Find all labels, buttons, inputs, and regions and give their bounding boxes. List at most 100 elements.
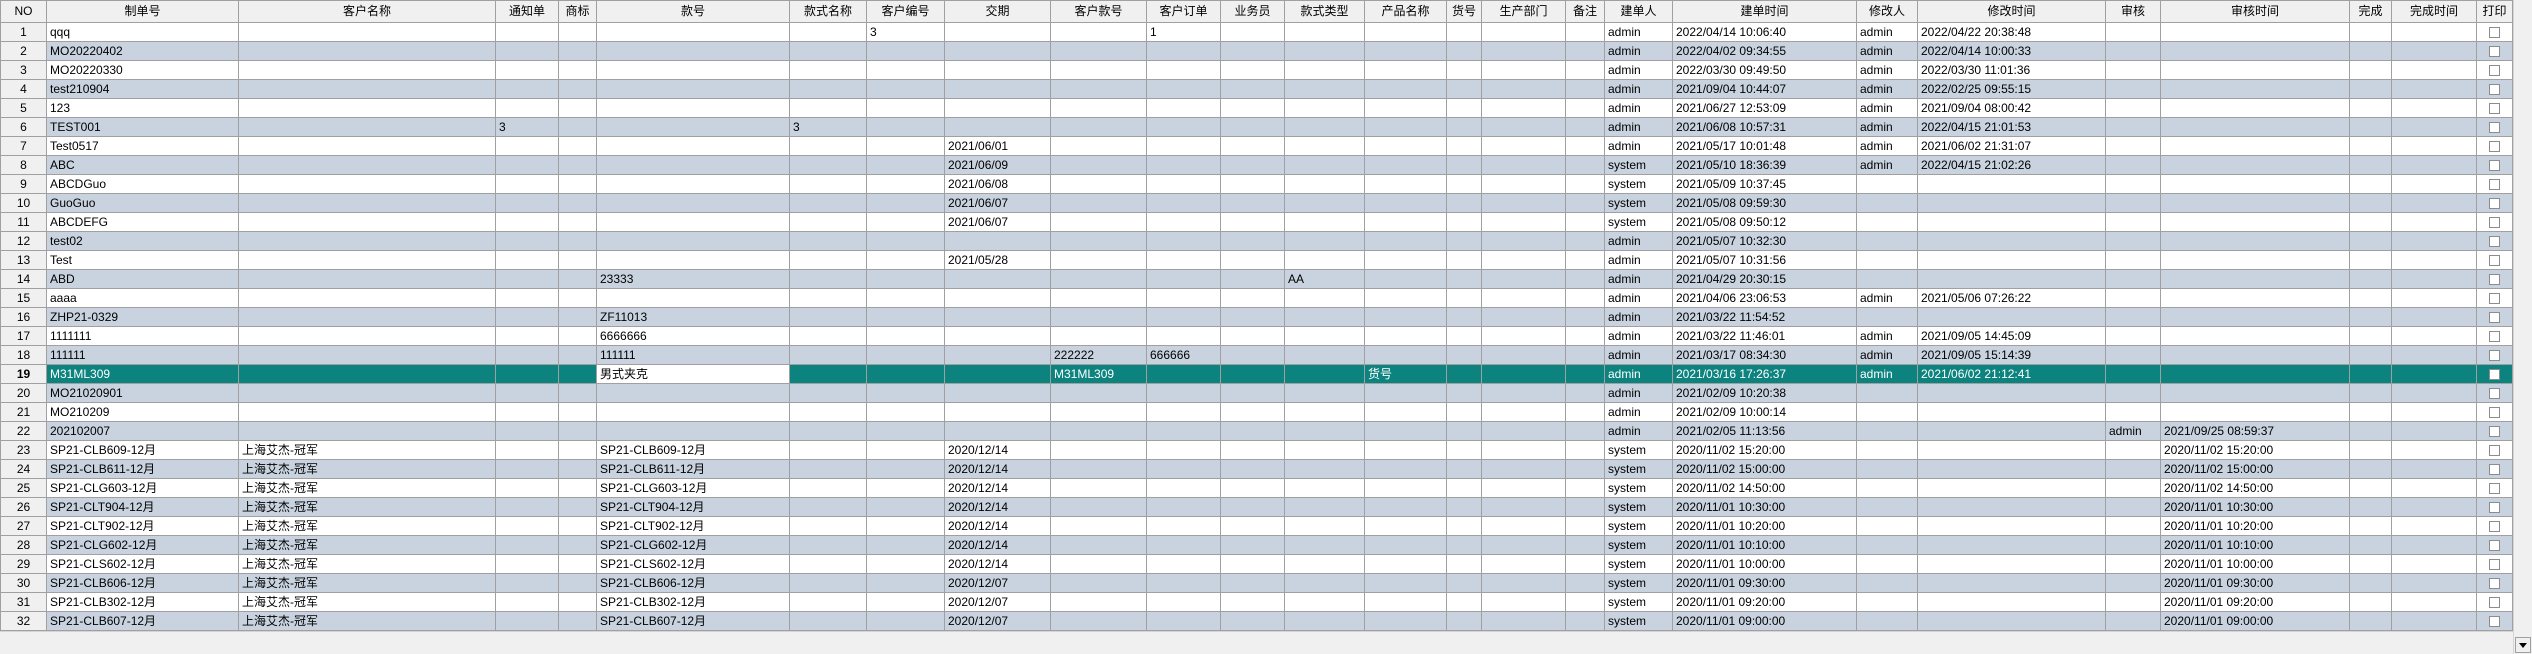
cell-style-no[interactable] bbox=[597, 232, 790, 251]
cell-brand[interactable] bbox=[559, 156, 597, 175]
cell-reviewer[interactable] bbox=[2106, 612, 2161, 631]
cell-customer-order[interactable] bbox=[1147, 422, 1221, 441]
cell-customer-name[interactable] bbox=[239, 384, 496, 403]
cell-product-name[interactable] bbox=[1365, 460, 1447, 479]
cell-style-name[interactable] bbox=[790, 213, 867, 232]
cell-product-name[interactable] bbox=[1365, 194, 1447, 213]
print-checkbox[interactable] bbox=[2489, 102, 2500, 114]
cell-remark[interactable] bbox=[1566, 460, 1605, 479]
cell-style-name[interactable] bbox=[790, 251, 867, 270]
cell-customer-name[interactable]: 上海艾杰-冠军 bbox=[239, 536, 496, 555]
cell-reviewer[interactable] bbox=[2106, 175, 2161, 194]
cell-delivery-date[interactable] bbox=[945, 308, 1051, 327]
cell-customer-style-no[interactable] bbox=[1051, 270, 1147, 289]
cell-customer-order[interactable] bbox=[1147, 270, 1221, 289]
cell-notice[interactable]: 3 bbox=[496, 118, 559, 137]
cell-modified-at[interactable] bbox=[1918, 308, 2106, 327]
cell-production-dept[interactable] bbox=[1482, 498, 1566, 517]
cell-style-no[interactable] bbox=[597, 118, 790, 137]
row-number[interactable]: 10 bbox=[0, 194, 47, 213]
cell-reviewer[interactable] bbox=[2106, 327, 2161, 346]
cell-modified-at[interactable] bbox=[1918, 403, 2106, 422]
row-number[interactable]: 27 bbox=[0, 517, 47, 536]
cell-customer-style-no[interactable]: 222222 bbox=[1051, 346, 1147, 365]
print-checkbox[interactable] bbox=[2489, 577, 2500, 589]
cell-modified-by[interactable]: admin bbox=[1857, 23, 1918, 42]
cell-product-name[interactable] bbox=[1365, 346, 1447, 365]
cell-customer-style-no[interactable]: M31ML309 bbox=[1051, 365, 1147, 384]
cell-delivery-date[interactable] bbox=[945, 61, 1051, 80]
cell-created-at[interactable]: 2020/11/01 10:10:00 bbox=[1673, 536, 1857, 555]
cell-style-no[interactable]: 23333 bbox=[597, 270, 790, 289]
cell-reviewed-at[interactable] bbox=[2161, 80, 2350, 99]
table-row[interactable]: 7 Test0517 2021/06/01 admin 2021/05/17 10:01… bbox=[0, 137, 2513, 156]
cell-brand[interactable] bbox=[559, 308, 597, 327]
cell-delivery-date[interactable]: 2020/12/07 bbox=[945, 593, 1051, 612]
cell-notice[interactable] bbox=[496, 23, 559, 42]
cell-created-by[interactable]: admin bbox=[1605, 80, 1673, 99]
column-header-modified-by[interactable]: 修改人 bbox=[1857, 0, 1918, 23]
cell-style-type[interactable] bbox=[1285, 99, 1365, 118]
cell-modified-at[interactable] bbox=[1918, 422, 2106, 441]
cell-brand[interactable] bbox=[559, 517, 597, 536]
cell-created-at[interactable]: 2021/03/17 08:34:30 bbox=[1673, 346, 1857, 365]
cell-customer-code[interactable] bbox=[867, 327, 945, 346]
cell-customer-style-no[interactable] bbox=[1051, 460, 1147, 479]
cell-order-no[interactable]: MO21020901 bbox=[47, 384, 239, 403]
cell-customer-code[interactable] bbox=[867, 441, 945, 460]
cell-remark[interactable] bbox=[1566, 479, 1605, 498]
table-row[interactable]: 17 1111111 6666666 admin 2021/03/22 11:46:01… bbox=[0, 327, 2513, 346]
cell-style-name[interactable] bbox=[790, 80, 867, 99]
cell-modified-at[interactable]: 2021/09/05 14:45:09 bbox=[1918, 327, 2106, 346]
cell-customer-style-no[interactable] bbox=[1051, 384, 1147, 403]
cell-reviewed-at[interactable] bbox=[2161, 42, 2350, 61]
cell-style-type[interactable] bbox=[1285, 365, 1365, 384]
cell-product-name[interactable] bbox=[1365, 99, 1447, 118]
cell-reviewed-at[interactable] bbox=[2161, 213, 2350, 232]
cell-modified-at[interactable] bbox=[1918, 251, 2106, 270]
cell-style-name[interactable] bbox=[790, 156, 867, 175]
cell-customer-name[interactable] bbox=[239, 289, 496, 308]
cell-item-no[interactable] bbox=[1447, 517, 1482, 536]
cell-completed-at[interactable] bbox=[2392, 498, 2477, 517]
cell-created-by[interactable]: admin bbox=[1605, 251, 1673, 270]
cell-reviewer[interactable] bbox=[2106, 118, 2161, 137]
row-number[interactable]: 11 bbox=[0, 213, 47, 232]
horizontal-scrollbar[interactable] bbox=[0, 631, 2513, 654]
cell-created-at[interactable]: 2020/11/02 15:20:00 bbox=[1673, 441, 1857, 460]
cell-brand[interactable] bbox=[559, 175, 597, 194]
cell-salesperson[interactable] bbox=[1221, 99, 1285, 118]
cell-customer-order[interactable] bbox=[1147, 308, 1221, 327]
cell-remark[interactable] bbox=[1566, 61, 1605, 80]
cell-delivery-date[interactable] bbox=[945, 118, 1051, 137]
cell-completed-at[interactable] bbox=[2392, 479, 2477, 498]
column-header-style-no[interactable]: 款号 bbox=[597, 0, 790, 23]
cell-brand[interactable] bbox=[559, 23, 597, 42]
cell-customer-style-no[interactable] bbox=[1051, 479, 1147, 498]
cell-order-no[interactable]: SP21-CLB609-12月 bbox=[47, 441, 239, 460]
cell-customer-order[interactable]: 1 bbox=[1147, 23, 1221, 42]
cell-delivery-date[interactable] bbox=[945, 289, 1051, 308]
cell-customer-name[interactable]: 上海艾杰-冠军 bbox=[239, 498, 496, 517]
cell-style-no[interactable]: SP21-CLB611-12月 bbox=[597, 460, 790, 479]
cell-completed-at[interactable] bbox=[2392, 99, 2477, 118]
cell-completed-at[interactable] bbox=[2392, 270, 2477, 289]
cell-style-type[interactable] bbox=[1285, 251, 1365, 270]
table-row[interactable]: 16 ZHP21-0329 ZF11013 admin 2021/03/22 11:54… bbox=[0, 308, 2513, 327]
cell-order-no[interactable]: 1111111 bbox=[47, 327, 239, 346]
cell-created-at[interactable]: 2020/11/02 15:00:00 bbox=[1673, 460, 1857, 479]
cell-style-no[interactable] bbox=[597, 175, 790, 194]
cell-order-no[interactable]: Test bbox=[47, 251, 239, 270]
cell-item-no[interactable] bbox=[1447, 555, 1482, 574]
row-number[interactable]: 28 bbox=[0, 536, 47, 555]
cell-notice[interactable] bbox=[496, 441, 559, 460]
cell-order-no[interactable]: SP21-CLT902-12月 bbox=[47, 517, 239, 536]
cell-item-no[interactable] bbox=[1447, 289, 1482, 308]
cell-created-at[interactable]: 2021/03/22 11:54:52 bbox=[1673, 308, 1857, 327]
cell-style-no[interactable] bbox=[597, 61, 790, 80]
table-row[interactable]: 15 aaaa admin 2021/04/06 23:06:53 admin 2021/… bbox=[0, 289, 2513, 308]
cell-customer-order[interactable] bbox=[1147, 213, 1221, 232]
cell-completed-at[interactable] bbox=[2392, 612, 2477, 631]
cell-created-at[interactable]: 2020/11/01 10:20:00 bbox=[1673, 517, 1857, 536]
cell-customer-order[interactable] bbox=[1147, 42, 1221, 61]
